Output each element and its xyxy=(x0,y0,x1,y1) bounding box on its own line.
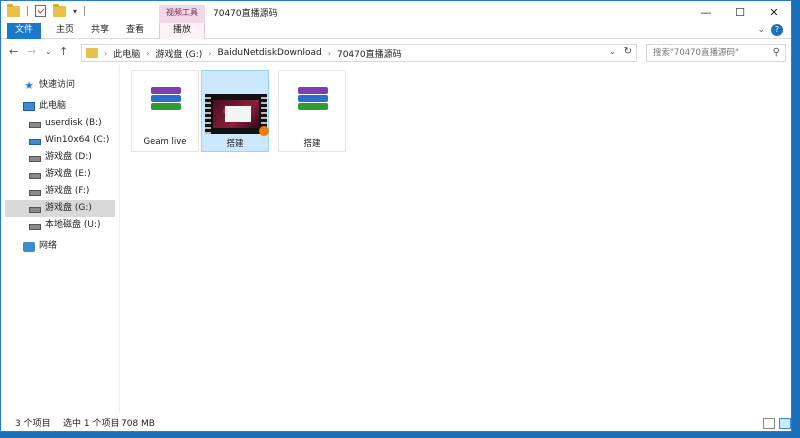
file-name: 搭建 xyxy=(226,139,244,149)
video-thumbnail-icon xyxy=(205,94,269,136)
tab-home[interactable]: 主页 xyxy=(51,23,79,39)
file-item-rar[interactable]: 搭建 xyxy=(278,70,346,152)
tab-play[interactable]: 播放 xyxy=(159,23,205,39)
drive-icon xyxy=(29,155,41,162)
window-title: 70470直播源码 xyxy=(213,9,278,19)
help-icon[interactable]: ? xyxy=(771,24,783,36)
properties-icon[interactable] xyxy=(35,5,46,17)
video-tools-context-label: 视频工具 xyxy=(159,5,205,23)
minimize-button[interactable]: — xyxy=(689,1,723,23)
ribbon-tabs: 文件 主页 共享 查看 播放 ⌄ ? xyxy=(1,23,791,39)
large-icons-view-icon[interactable] xyxy=(779,418,791,429)
star-icon: ★ xyxy=(24,79,34,92)
details-view-icon[interactable] xyxy=(763,418,775,429)
breadcrumb-download[interactable]: BaiduNetdiskDownload xyxy=(218,48,322,58)
drive-icon xyxy=(29,206,41,213)
navigation-pane: ★ 快速访问 此电脑 userdisk (B:) Win10x64 (C:) 游… xyxy=(1,69,119,409)
folder-icon xyxy=(86,48,98,58)
item-count: 3 个项目 xyxy=(15,419,51,429)
file-item-video[interactable]: 搭建 xyxy=(201,70,269,152)
tab-file[interactable]: 文件 xyxy=(7,23,41,39)
tab-view[interactable]: 查看 xyxy=(121,23,149,39)
play-badge-icon xyxy=(259,126,269,136)
expand-ribbon-icon[interactable]: ⌄ xyxy=(757,25,765,35)
explorer-window: ▾ 视频工具 70470直播源码 — ☐ ✕ 文件 主页 共享 查看 播放 ⌄ … xyxy=(0,0,792,432)
sidebar-item-quick-access[interactable]: ★ 快速访问 xyxy=(23,77,137,94)
drive-icon xyxy=(29,172,41,179)
back-icon[interactable]: ← xyxy=(9,45,18,58)
file-list: Geam live 搭建 搭建 xyxy=(121,65,781,413)
drive-icon xyxy=(29,189,41,196)
quick-access-toolbar: ▾ xyxy=(7,3,86,17)
file-item-rar[interactable]: Geam live xyxy=(131,70,199,152)
network-icon xyxy=(23,241,35,252)
sidebar-item-this-pc[interactable]: 此电脑 xyxy=(23,98,137,115)
address-dropdown-icon[interactable]: ⌄ xyxy=(609,47,616,56)
address-bar[interactable]: › 此电脑 › 游戏盘 (G:) › BaiduNetdiskDownload … xyxy=(81,44,637,62)
drive-icon xyxy=(29,223,41,230)
computer-icon xyxy=(23,102,35,111)
close-button[interactable]: ✕ xyxy=(757,1,791,23)
refresh-icon[interactable]: ↻ xyxy=(624,46,632,57)
breadcrumb-drive[interactable]: 游戏盘 (G:) xyxy=(155,47,202,60)
new-folder-icon[interactable] xyxy=(53,3,66,17)
sidebar-item-drive-g[interactable]: 游戏盘 (G:) xyxy=(5,200,115,217)
tab-share[interactable]: 共享 xyxy=(86,23,114,39)
status-bar: 3 个项目 选中 1 个项目 708 MB xyxy=(1,415,791,433)
recent-locations-icon[interactable]: ⌄ xyxy=(45,47,52,56)
file-name: 搭建 xyxy=(303,139,321,149)
drive-icon xyxy=(29,121,41,128)
file-name: Geam live xyxy=(143,137,187,147)
maximize-button[interactable]: ☐ xyxy=(723,1,757,23)
forward-icon[interactable]: → xyxy=(27,45,36,58)
breadcrumb-this-pc[interactable]: 此电脑 xyxy=(113,47,140,60)
selection-size: 708 MB xyxy=(121,419,155,429)
up-icon[interactable]: ↑ xyxy=(59,45,68,58)
selection-count: 选中 1 个项目 xyxy=(63,419,120,429)
address-row: ← → ⌄ ↑ › 此电脑 › 游戏盘 (G:) › BaiduNetdiskD… xyxy=(1,41,791,65)
sidebar-item-network[interactable]: 网络 xyxy=(23,238,137,255)
title-bar: ▾ 视频工具 70470直播源码 — ☐ ✕ xyxy=(1,1,791,23)
winrar-archive-icon xyxy=(151,87,181,117)
winrar-archive-icon xyxy=(298,87,328,117)
search-icon: ⚲ xyxy=(772,47,780,58)
customize-qat-icon[interactable]: ▾ xyxy=(73,7,77,16)
breadcrumb-current[interactable]: 70470直播源码 xyxy=(337,47,402,60)
folder-icon xyxy=(7,3,20,17)
search-input[interactable]: 搜索"70470直播源码" ⚲ xyxy=(646,44,786,62)
windows-drive-icon xyxy=(29,138,41,145)
